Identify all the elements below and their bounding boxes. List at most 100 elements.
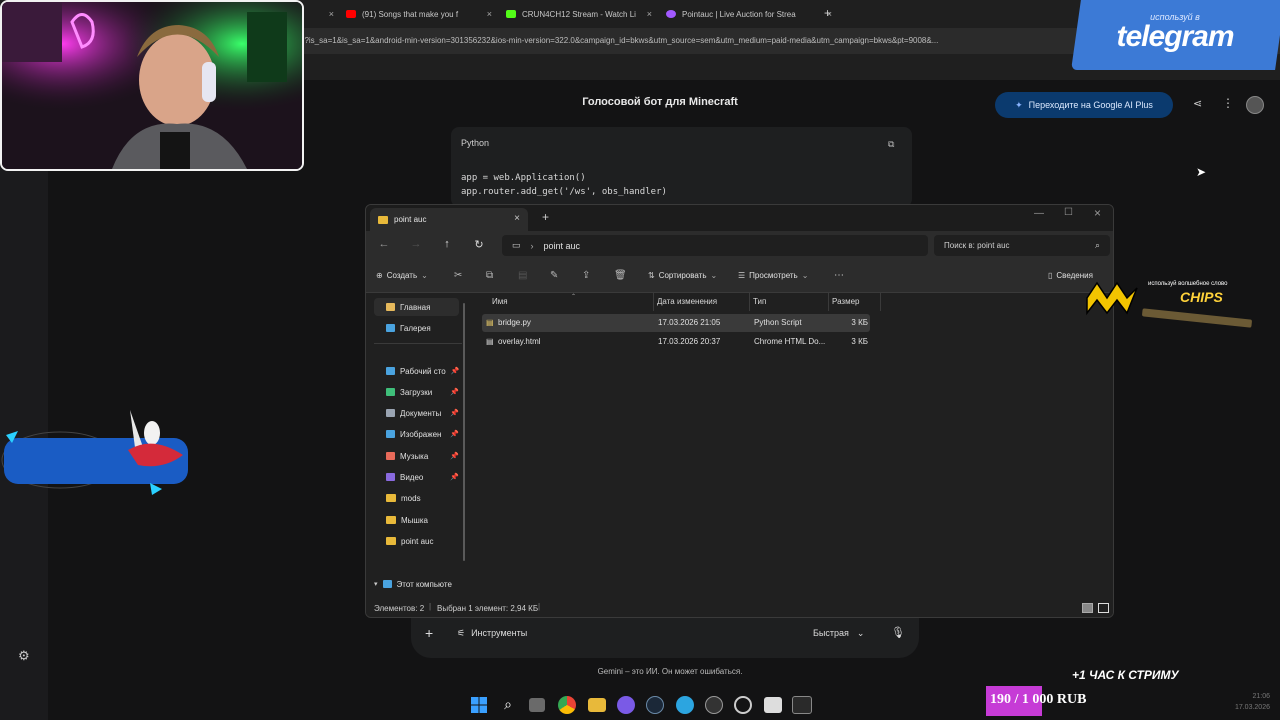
telegram-icon[interactable] <box>676 696 694 714</box>
add-attachment-button[interactable]: + <box>425 625 433 641</box>
obs-icon[interactable] <box>734 696 752 714</box>
url-text[interactable]: d?is_sa=1&is_sa=1&android-min-version=30… <box>300 36 1060 45</box>
more-menu-icon[interactable]: ⋮ <box>1222 96 1234 110</box>
windows-start-icon[interactable] <box>470 696 488 714</box>
delete-icon[interactable]: 🗑 <box>614 270 627 281</box>
forward-button[interactable]: → <box>408 238 424 250</box>
taskbar <box>0 690 1280 720</box>
close-tab-icon[interactable]: × <box>514 213 520 224</box>
tab-youtube[interactable]: (91) Songs that make you f × <box>346 4 496 24</box>
nav-item[interactable]: Мышка <box>374 511 459 529</box>
back-button[interactable]: ← <box>376 238 392 250</box>
chevron-down-icon: ⌄ <box>421 271 428 280</box>
nav-item[interactable]: mods <box>374 489 459 507</box>
nav-item[interactable]: Загрузки 📌 <box>374 383 459 401</box>
pin-icon[interactable]: 📌 <box>450 388 459 396</box>
search-icon[interactable]: ⌕ <box>499 696 517 714</box>
rename-icon[interactable]: ✎ <box>550 270 558 281</box>
pin-icon[interactable]: 📌 <box>451 367 459 375</box>
chips-small-text: используй волшебное слово <box>1148 281 1228 287</box>
view-button[interactable]: ☰ Просмотреть ⌄ <box>738 271 808 280</box>
gallery-icon <box>386 324 395 332</box>
nav-item[interactable]: Музыка 📌 <box>374 447 459 465</box>
refresh-button[interactable]: ↻ <box>471 238 487 251</box>
cut-icon[interactable]: ✂ <box>454 270 462 281</box>
minimize-button[interactable]: — <box>1034 208 1044 219</box>
divider <box>749 293 750 311</box>
path-bar[interactable]: ▭ › point auc <box>502 235 928 256</box>
pin-icon[interactable]: 📌 <box>450 452 459 460</box>
file-row[interactable]: ▤ overlay.html 17.03.2026 20:37 Chrome H… <box>482 333 870 351</box>
notepad-icon[interactable] <box>764 697 782 713</box>
view-icon: ☰ <box>738 271 746 280</box>
column-name[interactable]: Имя <box>492 297 508 306</box>
copy-icon[interactable]: ⧉ <box>888 139 894 150</box>
nav-item[interactable]: Галерея <box>374 319 459 337</box>
avatar[interactable] <box>1246 96 1264 114</box>
sort-button[interactable]: ⇅ Сортировать ⌄ <box>648 271 717 280</box>
file-date: 17.03.2026 20:37 <box>658 337 721 346</box>
close-window-button[interactable]: × <box>1094 206 1101 220</box>
column-size[interactable]: Размер <box>832 297 860 306</box>
pin-icon[interactable]: 📌 <box>450 409 459 417</box>
desktop-icon <box>386 367 395 375</box>
telegram-big-text: telegram <box>1116 20 1234 53</box>
upgrade-button[interactable]: ✦ Переходите на Google AI Plus <box>995 92 1173 118</box>
nav-item[interactable]: point auc <box>374 532 459 550</box>
close-icon[interactable]: × <box>483 9 496 19</box>
tab-close-button[interactable]: × <box>318 4 338 24</box>
new-tab-button[interactable]: + <box>824 6 831 20</box>
folder-icon <box>386 516 396 524</box>
more-options-icon[interactable]: ⋯ <box>834 270 844 281</box>
model-label: Быстрая <box>813 628 849 638</box>
new-tab-button[interactable]: + <box>542 210 549 224</box>
downloads-icon <box>386 388 395 396</box>
nav-item[interactable]: Рабочий сто 📌 <box>374 362 459 380</box>
create-button[interactable]: ⊕ Создать ⌄ <box>376 271 428 280</box>
tools-button[interactable]: ⚟ Инструменты <box>457 628 527 639</box>
model-selector[interactable]: Быстрая ⌄ <box>813 628 864 639</box>
up-button[interactable]: ↑ <box>439 238 455 250</box>
close-icon[interactable]: × <box>643 9 656 19</box>
nav-scrollbar[interactable] <box>463 303 465 561</box>
nav-item[interactable]: Видео 📌 <box>374 468 459 486</box>
share-icon[interactable]: ⋖ <box>1193 97 1202 110</box>
music-icon <box>386 452 395 460</box>
tiles-view-button[interactable] <box>1098 603 1109 613</box>
task-view-icon[interactable] <box>529 698 545 712</box>
pictures-icon <box>386 430 395 438</box>
microphone-icon[interactable]: 🎙 <box>891 626 905 639</box>
steam-icon[interactable] <box>646 696 664 714</box>
folder-icon <box>378 215 388 224</box>
terminal-icon[interactable] <box>792 696 812 714</box>
nav-label: Документы <box>400 408 442 418</box>
search-input[interactable]: Поиск в: point auc ⌕ <box>934 235 1110 256</box>
column-type[interactable]: Тип <box>753 297 766 306</box>
column-date[interactable]: Дата изменения <box>657 297 717 306</box>
explorer-tab[interactable]: point auc × <box>370 208 528 231</box>
tab-pointauc[interactable]: Pointauc | Live Auction for Strea × <box>666 4 836 24</box>
settings-app-icon[interactable] <box>705 696 723 714</box>
discord-icon[interactable] <box>617 696 635 714</box>
pin-icon[interactable]: 📌 <box>450 473 459 481</box>
tab-kick[interactable]: CRUN4CH12 Stream - Watch Li × <box>506 4 656 24</box>
create-label: Создать <box>386 271 418 280</box>
chevron-down-icon: ⌄ <box>856 628 865 638</box>
file-date: 17.03.2026 21:05 <box>658 318 721 327</box>
settings-icon[interactable]: ⚙ <box>18 648 30 664</box>
pin-icon[interactable]: 📌 <box>450 430 459 438</box>
nav-item[interactable]: Главная <box>374 298 459 316</box>
copy-icon[interactable]: ⧉ <box>486 270 493 281</box>
file-row[interactable]: ▤ bridge.py 17.03.2026 21:05 Python Scri… <box>482 314 870 332</box>
details-view-button[interactable] <box>1082 603 1093 613</box>
explorer-nav-bar: ← → ↑ ↻ ▭ › point auc Поиск в: point auc… <box>366 231 1113 261</box>
nav-item[interactable]: Документы 📌 <box>374 404 459 422</box>
share-icon[interactable]: ⇪ <box>582 270 590 281</box>
file-explorer-icon[interactable] <box>588 698 606 712</box>
maximize-button[interactable]: ☐ <box>1064 207 1073 218</box>
stream-timer-text: +1 ЧАС К СТРИМУ <box>1072 668 1179 682</box>
nav-item[interactable]: ▾ Этот компьюте <box>374 575 459 593</box>
paste-icon[interactable]: ▤ <box>518 270 527 281</box>
nav-item[interactable]: Изображен 📌 <box>374 425 459 443</box>
chrome-icon[interactable] <box>558 696 576 714</box>
